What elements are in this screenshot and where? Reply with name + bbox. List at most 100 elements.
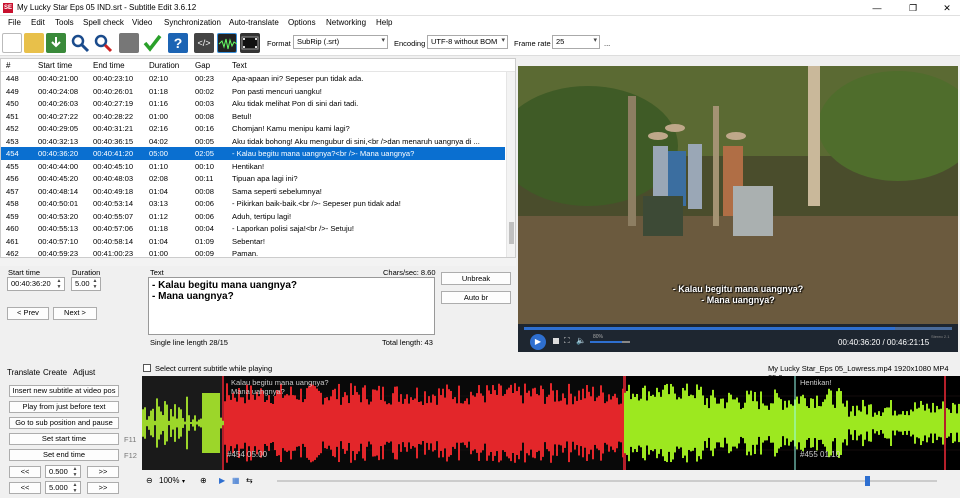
menu-file[interactable]: File — [8, 18, 21, 27]
source-view-icon[interactable]: </> — [194, 33, 214, 53]
waveform-sample — [752, 401, 754, 445]
video-seek-bar[interactable] — [524, 327, 952, 330]
scroll-thumb[interactable] — [509, 222, 514, 244]
stop-icon[interactable] — [553, 338, 559, 344]
col-number[interactable]: # — [6, 61, 10, 70]
prev-button[interactable]: < Prev — [7, 307, 49, 320]
col-start-time[interactable]: Start time — [38, 61, 72, 70]
select-current-checkbox[interactable] — [143, 364, 151, 372]
menu-tools[interactable]: Tools — [55, 18, 74, 27]
small-step-input[interactable]: 0.500 ▲ ▼ — [45, 465, 81, 478]
zoom-in-icon[interactable]: ⊕ — [200, 476, 207, 485]
menu-auto-translate[interactable]: Auto-translate — [229, 18, 279, 27]
help-icon[interactable]: ? — [168, 33, 188, 53]
tab-create[interactable]: Create — [43, 368, 67, 377]
table-row[interactable]: 450 00:40:26:03 00:40:27:19 01:16 00:03 Aku t… — [1, 97, 505, 110]
table-row[interactable]: 459 00:40:53:20 00:40:55:07 01:12 00:06 Aduh,… — [1, 210, 505, 223]
table-row[interactable]: 449 00:40:24:08 00:40:26:01 01:18 00:02 Pon p… — [1, 85, 505, 98]
format-select[interactable]: SubRip (.srt) ▾ — [293, 35, 388, 49]
fullscreen-icon[interactable]: ⛶ — [564, 336, 570, 346]
forward-large-button[interactable]: >> — [87, 482, 119, 494]
col-text[interactable]: Text — [232, 61, 247, 70]
volume-slider[interactable] — [590, 341, 630, 343]
col-end-time[interactable]: End time — [93, 61, 125, 70]
large-step-input[interactable]: 5.000 ▲ ▼ — [45, 481, 81, 494]
waveform-options-icon[interactable]: ⇆ — [246, 476, 253, 485]
framerate-more-button[interactable]: ... — [604, 39, 610, 48]
zoom-level[interactable]: 100% — [159, 476, 179, 485]
next-button[interactable]: Next > — [53, 307, 97, 320]
mute-icon[interactable]: 🔈 — [576, 336, 586, 345]
menu-options[interactable]: Options — [288, 18, 316, 27]
minimize-button[interactable]: — — [870, 2, 884, 14]
table-row[interactable]: 461 00:40:57:10 00:40:58:14 01:04 01:09 Seben… — [1, 235, 505, 248]
table-row[interactable]: 456 00:40:45:20 00:40:48:03 02:08 00:11 Tipua… — [1, 172, 505, 185]
video-toggle-icon[interactable] — [240, 33, 260, 53]
col-duration[interactable]: Duration — [149, 61, 179, 70]
menu-spell-check[interactable]: Spell check — [83, 18, 124, 27]
menu-synchronization[interactable]: Synchronization — [164, 18, 221, 27]
replace-icon[interactable] — [93, 33, 113, 53]
encoding-select[interactable]: UTF-8 without BOM ▾ — [427, 35, 508, 49]
spinner-arrows-icon[interactable]: ▲ ▼ — [71, 482, 79, 494]
grid-horizontal-scrollbar[interactable] — [0, 258, 516, 266]
subtitle-text-editor[interactable]: - Kalau begitu mana uangnya? - Mana uangn… — [148, 277, 435, 335]
table-row[interactable]: 458 00:40:50:01 00:40:53:14 03:13 00:06 - Pik… — [1, 197, 505, 210]
video-player[interactable]: - Kalau begitu mana uangnya? - Mana uang… — [518, 66, 958, 324]
chevron-down-icon[interactable]: ▾ — [182, 478, 185, 485]
auto-br-button[interactable]: Auto br — [441, 291, 511, 304]
spinner-arrows-icon[interactable]: ▲ ▼ — [91, 278, 99, 290]
position-slider-thumb[interactable] — [865, 476, 870, 486]
menu-networking[interactable]: Networking — [326, 18, 366, 27]
table-row[interactable]: 454 00:40:36:20 00:40:41:20 05:00 02:05 - Kal… — [1, 147, 505, 160]
close-button[interactable]: ✕ — [940, 2, 954, 14]
visual-sync-icon[interactable] — [119, 33, 139, 53]
grid-vertical-scrollbar[interactable] — [506, 72, 515, 257]
spinner-arrows-icon[interactable]: ▲ ▼ — [71, 466, 79, 478]
waveform-sample — [928, 408, 930, 438]
table-row[interactable]: 452 00:40:29:05 00:40:31:21 02:16 00:16 Chomj… — [1, 122, 505, 135]
back-large-button[interactable]: << — [9, 482, 41, 494]
waveform-position-slider[interactable] — [277, 476, 937, 486]
back-small-button[interactable]: << — [9, 466, 41, 478]
insert-subtitle-button[interactable]: Insert new subtitle at video pos — [9, 385, 119, 397]
audio-waveform[interactable]: Kalau begitu mana uangnya? Mana uangnya?… — [142, 376, 960, 470]
menu-video[interactable]: Video — [132, 18, 152, 27]
table-row[interactable]: 455 00:40:44:00 00:40:45:10 01:10 00:10 Henti… — [1, 160, 505, 173]
zoom-out-icon[interactable]: ⊖ — [146, 476, 153, 485]
table-row[interactable]: 460 00:40:55:13 00:40:57:06 01:18 00:04 - Lap… — [1, 222, 505, 235]
table-row[interactable]: 453 00:40:32:13 00:40:36:15 04:02 00:05 Aku t… — [1, 135, 505, 148]
framerate-select[interactable]: 25 ▾ — [552, 35, 600, 49]
forward-small-button[interactable]: >> — [87, 466, 119, 478]
goto-sub-button[interactable]: Go to sub position and pause — [9, 417, 119, 429]
col-gap[interactable]: Gap — [195, 61, 210, 70]
unbreak-button[interactable]: Unbreak — [441, 272, 511, 285]
waveform-toggle-icon[interactable] — [217, 33, 238, 53]
waveform-sample — [284, 395, 286, 451]
menu-help[interactable]: Help — [376, 18, 392, 27]
menu-edit[interactable]: Edit — [31, 18, 45, 27]
table-row[interactable]: 457 00:40:48:14 00:40:49:18 01:04 00:08 Sama … — [1, 185, 505, 198]
table-row[interactable]: 448 00:40:21:00 00:40:23:10 02:10 00:23 Apa-a… — [1, 72, 505, 85]
spinner-arrows-icon[interactable]: ▲ ▼ — [55, 278, 63, 290]
maximize-button[interactable]: ❐ — [906, 2, 920, 14]
start-time-input[interactable]: 00:40:36:20 ▲ ▼ — [7, 277, 65, 291]
play-icon[interactable]: ▶ — [530, 334, 546, 350]
play-before-button[interactable]: Play from just before text — [9, 401, 119, 413]
tab-translate[interactable]: Translate — [7, 368, 40, 377]
duration-input[interactable]: 5.00 ▲ ▼ — [71, 277, 101, 291]
table-row[interactable]: 462 00:40:59:23 00:41:00:23 01:00 00:09 Paman… — [1, 247, 505, 257]
find-icon[interactable] — [70, 33, 90, 53]
set-end-time-button[interactable]: Set end time — [9, 449, 119, 461]
spell-check-icon[interactable] — [142, 33, 162, 53]
play-icon[interactable]: ▶ — [219, 476, 225, 485]
waveform-grid-icon[interactable]: ▦ — [232, 476, 240, 485]
table-row[interactable]: 451 00:40:27:22 00:40:28:22 01:00 00:08 Betul… — [1, 110, 505, 123]
table-cell: 00:04 — [195, 224, 215, 233]
new-file-icon[interactable] — [2, 33, 22, 53]
open-folder-icon[interactable] — [24, 33, 44, 53]
subtitle-grid[interactable]: # Start time End time Duration Gap Text … — [0, 58, 516, 258]
tab-adjust[interactable]: Adjust — [73, 368, 95, 377]
save-icon[interactable] — [46, 33, 66, 53]
set-start-time-button[interactable]: Set start time — [9, 433, 119, 445]
